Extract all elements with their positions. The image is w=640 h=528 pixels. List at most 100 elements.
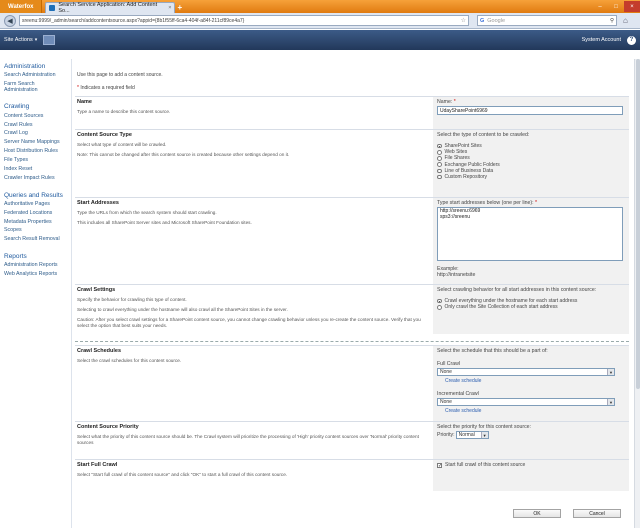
required-star: * [453,99,456,105]
chevron-down-icon[interactable]: ▼ [607,399,614,405]
dropdown-arrow-icon[interactable]: ▾ [35,37,38,43]
required-note: * Indicates a required field [77,85,135,91]
browser-titlebar: Waterfox Search Service Application: Add… [0,0,640,14]
minimize-icon[interactable]: – [592,1,608,12]
browser-navbar: ◀ sreenu:9999/_admin/search/addcontentso… [0,13,640,29]
start-addresses-textarea[interactable]: http://sreenu:6969 sps3://sreenu [437,207,623,261]
help-icon[interactable]: ? [627,35,636,45]
priority-select[interactable]: Normal ▼ [455,431,489,439]
crawl-settings-prompt: Select crawling behavior for all start a… [437,287,597,293]
name-label-text: Name: [437,99,453,105]
crawl-settings-desc2: Selecting to crawl everything under the … [77,307,288,312]
nav-item-search-result-removal[interactable]: Search Result Removal [4,237,71,243]
start-address-line: sps3://sreenu [440,213,471,220]
nav-item-file-types[interactable]: File Types [4,158,71,164]
tab-close-icon[interactable]: × [168,5,171,11]
nav-item-index-reset[interactable]: Index Reset [4,166,71,173]
google-icon: G [480,17,485,24]
required-star: * [535,200,538,206]
priority-value: Normal [458,432,475,438]
priority-desc: Select what the priority of this content… [77,434,419,445]
radio-label: Line of Business Data [444,167,494,174]
full-crawl-select[interactable]: None ▼ [437,368,615,376]
bookmark-star-icon[interactable]: ☆ [461,17,466,24]
cancel-button[interactable]: Cancel [573,509,621,518]
radio-button[interactable] [437,162,442,167]
start-section-desc2: This includes all SharePoint Server site… [77,220,252,225]
nav-item-federated-locations[interactable]: Federated Locations [4,210,71,217]
maximize-icon[interactable]: □ [608,1,624,12]
create-full-schedule-link[interactable]: Create schedule [445,378,625,384]
navigate-up-icon[interactable] [43,35,56,45]
search-icon[interactable]: ⚲ [610,18,614,24]
back-arrow-icon[interactable]: ◀ [4,14,16,27]
radio-crawl-site-collection[interactable]: Only crawl the Site Collection of each s… [437,304,625,310]
nav-item-web-analytics-reports[interactable]: Web Analytics Reports [4,272,71,278]
nav-heading-queries-and-results[interactable]: Queries and Results [4,192,71,199]
radio-button[interactable] [437,143,442,149]
page-break-divider [75,341,629,342]
system-account-menu[interactable]: System Account [582,37,621,43]
required-note-text: Indicates a required field [80,85,135,91]
nav-heading-crawling[interactable]: Crawling [4,103,71,110]
checkbox[interactable]: ✓ [437,462,442,468]
start-full-crawl-checkbox[interactable]: ✓ Start full crawl of this content source [437,462,625,468]
ok-button[interactable]: OK [513,509,561,518]
incremental-crawl-select[interactable]: None ▼ [437,398,615,406]
nav-item-crawl-rules[interactable]: Crawl Rules [4,122,71,129]
site-actions-menu[interactable]: Site Actions [4,37,33,43]
scrollbar-thumb[interactable] [636,59,640,389]
nav-item-farm-search-administration[interactable]: Farm Search Administration [4,81,64,93]
address-bar[interactable]: sreenu:9999/_admin/search/addcontentsour… [19,15,469,26]
radio-button[interactable] [437,174,442,180]
priority-row: Priority: Normal ▼ [437,431,625,439]
name-input[interactable]: UdaySharePoint6969 [437,106,623,115]
radio-label: Custom Repository [444,174,488,181]
radio-button[interactable] [437,168,442,174]
search-box[interactable]: G Google ⚲ [477,15,617,26]
radio-button[interactable] [437,156,442,161]
quick-launch: Administration Search Administration Far… [0,59,72,528]
start-label-text: Type start addresses below (one per line… [437,200,534,206]
nav-item-crawl-log[interactable]: Crawl Log [4,131,71,137]
new-tab-button[interactable]: + [177,3,182,12]
chevron-down-icon[interactable]: ▼ [480,432,488,438]
nav-item-authoritative-pages[interactable]: Authoritative Pages [4,201,71,208]
radio-button[interactable] [437,298,442,304]
search-placeholder: Google [487,17,506,24]
name-section-title: Name [77,99,92,105]
create-incremental-schedule-link[interactable]: Create schedule [445,408,625,414]
form-buttons: OK Cancel [513,509,621,518]
nav-item-administration-reports[interactable]: Administration Reports [4,263,71,269]
chevron-down-icon[interactable]: ▼ [607,369,614,375]
start-section-title: Start Addresses [77,200,119,206]
nav-item-content-sources[interactable]: Content Sources [4,113,71,120]
nav-item-metadata-properties[interactable]: Metadata Properties [4,219,71,226]
nav-item-scopes[interactable]: Scopes [4,228,71,234]
sharepoint-favicon-icon [49,5,56,11]
radio-custom-repository[interactable]: Custom Repository [437,174,625,180]
page-intro: Use this page to add a content source. [77,72,163,78]
example-value: http://intranetsite [437,272,476,278]
nav-heading-administration[interactable]: Administration [4,63,71,70]
page-scrollbar[interactable] [634,59,640,528]
nav-item-crawler-impact-rules[interactable]: Crawler Impact Rules [4,175,71,182]
browser-menu-button[interactable]: Waterfox [0,0,43,13]
radio-button[interactable] [437,150,442,155]
nav-heading-reports[interactable]: Reports [4,253,71,260]
radio-label: Web Sites [444,149,468,156]
priority-prompt: Select the priority for this content sou… [437,424,531,430]
nav-item-host-distribution-rules[interactable]: Host Distribution Rules [4,149,71,155]
radio-label: Only crawl the Site Collection of each s… [444,304,558,311]
start-field-label: Type start addresses below (one per line… [437,200,625,206]
radio-button[interactable] [437,305,442,310]
start-addresses-section: Start Addresses Type the URLs from which… [75,197,629,284]
close-window-icon[interactable]: × [624,1,640,12]
home-icon[interactable]: ⌂ [623,16,628,25]
nav-item-search-administration[interactable]: Search Administration [4,73,71,79]
schedules-title: Crawl Schedules [77,348,122,354]
nav-item-server-name-mappings[interactable]: Server Name Mappings [4,140,71,146]
full-crawl-desc: Select "Start full crawl of this content… [77,472,288,477]
priority-title: Content Source Priority [77,424,139,430]
browser-tab[interactable]: Search Service Application: Add Content … [45,2,176,14]
